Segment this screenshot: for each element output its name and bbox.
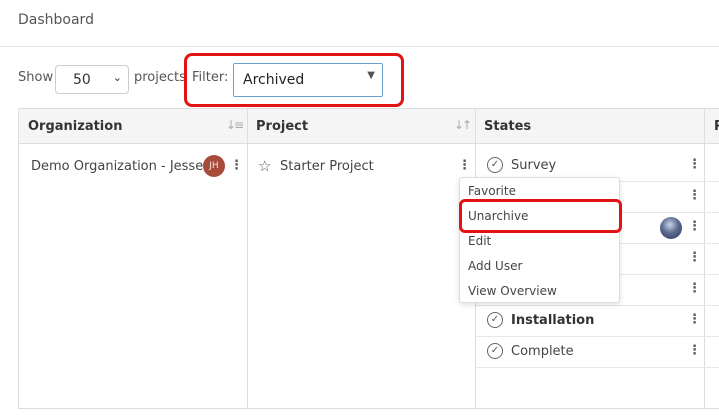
column-header-project[interactable]: Project (256, 119, 308, 134)
projects-label: projects (134, 70, 186, 85)
table-header: Organization ↓≡ Project ↓↑ States P (18, 108, 719, 144)
state-label: Installation (511, 313, 595, 328)
column-header-states[interactable]: States (484, 119, 531, 134)
state-label: Survey (511, 158, 557, 173)
page-size-select[interactable]: 50 ⌄ (55, 65, 129, 94)
page-size-value: 50 (73, 72, 91, 88)
sort-icon[interactable]: ↓↑ (454, 118, 472, 132)
menu-item-add-user[interactable]: Add User (468, 259, 522, 273)
kebab-icon[interactable]: ⋮ (688, 281, 701, 296)
column-header-organization[interactable]: Organization (28, 119, 122, 134)
check-circle-icon: ✓ (487, 157, 503, 173)
column-header-partial[interactable]: P (714, 119, 719, 134)
check-circle-icon: ✓ (487, 312, 503, 328)
sort-icon[interactable]: ↓≡ (226, 118, 244, 132)
menu-item-view-overview[interactable]: View Overview (468, 284, 557, 298)
show-label: Show (18, 70, 54, 85)
organization-kebab-icon[interactable]: ⋮ (230, 158, 243, 173)
project-kebab-icon[interactable]: ⋮ (458, 158, 471, 173)
check-circle-icon: ✓ (487, 343, 503, 359)
column-divider (18, 108, 19, 409)
kebab-icon[interactable]: ⋮ (688, 343, 701, 358)
state-label: Complete (511, 344, 574, 359)
filter-highlight-box (184, 53, 404, 107)
user-avatar-icon (660, 217, 682, 239)
kebab-icon[interactable]: ⋮ (688, 250, 701, 265)
kebab-icon[interactable]: ⋮ (688, 188, 701, 203)
state-row[interactable]: ✓ Installation ⋮ (475, 306, 719, 337)
chevron-down-icon: ⌄ (112, 71, 122, 84)
star-icon[interactable]: ☆ (258, 157, 271, 175)
kebab-icon[interactable]: ⋮ (688, 219, 701, 234)
project-name[interactable]: Starter Project (280, 159, 374, 174)
header-divider (0, 46, 719, 47)
page-title: Dashboard (18, 12, 94, 28)
column-divider (247, 108, 248, 409)
table-bottom-border (18, 408, 719, 409)
menu-item-favorite[interactable]: Favorite (468, 184, 516, 198)
project-context-menu: Favorite Unarchive Edit Add User View Ov… (459, 177, 620, 303)
kebab-icon[interactable]: ⋮ (688, 157, 701, 172)
menu-item-edit[interactable]: Edit (468, 234, 491, 248)
organization-name: Demo Organization - Jesse (31, 159, 204, 174)
unarchive-highlight-box (459, 199, 622, 233)
kebab-icon[interactable]: ⋮ (688, 312, 701, 327)
avatar: JH (203, 155, 225, 177)
state-row[interactable]: ✓ Complete ⋮ (475, 337, 719, 368)
